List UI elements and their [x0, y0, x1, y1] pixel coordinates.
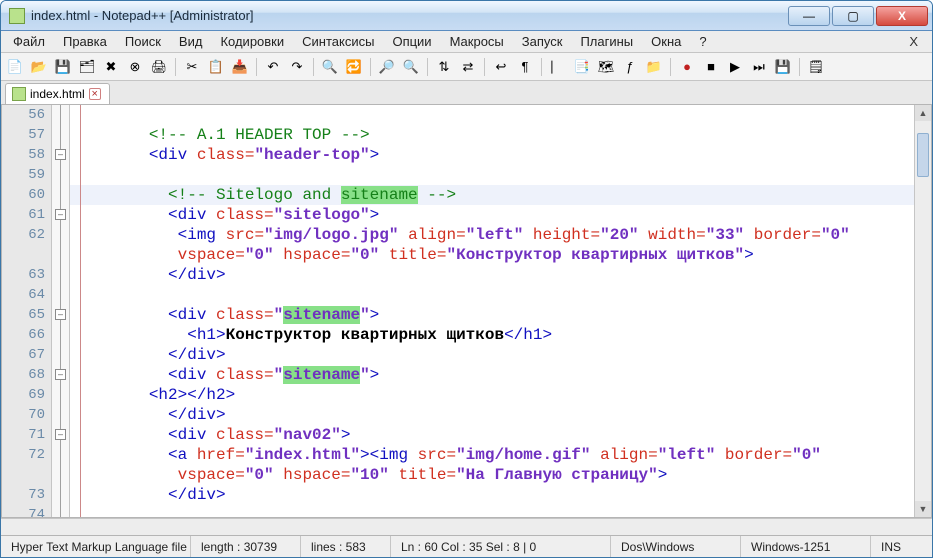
tab-index-html[interactable]: index.html ×	[5, 83, 110, 104]
scroll-thumb[interactable]	[917, 133, 929, 177]
status-lines: lines : 583	[301, 536, 391, 557]
print-icon[interactable]: 🖨	[149, 57, 169, 77]
menu-run[interactable]: Запуск	[514, 32, 571, 51]
extra-icon[interactable]: 🗒	[806, 57, 826, 77]
toolbar: 📄 📂 💾 🗂 ✖ ⊗ 🖨 ✂ 📋 📥 ↶ ↷ 🔍 🔁 🔎 🔍 ⇅ ⇄ ↩ ¶ …	[1, 53, 932, 81]
new-file-icon[interactable]: 📄	[5, 57, 25, 77]
close-button[interactable]: X	[876, 6, 928, 26]
fold-minus-icon[interactable]: –	[55, 309, 66, 320]
paste-icon[interactable]: 📥	[230, 57, 250, 77]
find-icon[interactable]: 🔍	[320, 57, 340, 77]
menubar: Файл Правка Поиск Вид Кодировки Синтакси…	[1, 31, 932, 53]
status-length: length : 30739	[191, 536, 301, 557]
menu-help[interactable]: ?	[691, 32, 714, 51]
cut-icon[interactable]: ✂	[182, 57, 202, 77]
fold-minus-icon[interactable]: –	[55, 429, 66, 440]
record-icon[interactable]: ●	[677, 57, 697, 77]
sync-h-icon[interactable]: ⇄	[458, 57, 478, 77]
maximize-button[interactable]: ▢	[832, 6, 874, 26]
close-all-icon[interactable]: ⊗	[125, 57, 145, 77]
line-number-gutter: 56 57 58 59 60 61 62 63 64 65 66 67 68 6…	[2, 105, 52, 517]
status-position: Ln : 60 Col : 35 Sel : 8 | 0	[391, 536, 611, 557]
file-icon	[12, 87, 26, 101]
play-icon[interactable]: ▶	[725, 57, 745, 77]
play-multi-icon[interactable]: ⏭	[749, 57, 769, 77]
status-encoding: Windows-1251	[741, 536, 871, 557]
menu-language[interactable]: Синтаксисы	[294, 32, 382, 51]
fold-column[interactable]: – – – – –	[52, 105, 70, 517]
copy-icon[interactable]: 📋	[206, 57, 226, 77]
tabbar: index.html ×	[1, 81, 932, 105]
func-list-icon[interactable]: ƒ	[620, 57, 640, 77]
tab-label: index.html	[30, 87, 85, 101]
menu-macro[interactable]: Макросы	[442, 32, 512, 51]
status-mode: INS	[871, 536, 932, 557]
menu-view[interactable]: Вид	[171, 32, 211, 51]
menu-file[interactable]: Файл	[5, 32, 53, 51]
window-title: index.html - Notepad++ [Administrator]	[31, 8, 788, 23]
zoom-out-icon[interactable]: 🔍	[401, 57, 421, 77]
doc-map-icon[interactable]: 🗺	[596, 57, 616, 77]
save-all-icon[interactable]: 🗂	[77, 57, 97, 77]
sync-v-icon[interactable]: ⇅	[434, 57, 454, 77]
editor: 56 57 58 59 60 61 62 63 64 65 66 67 68 6…	[1, 105, 932, 518]
statusbar: Hyper Text Markup Language file length :…	[1, 535, 932, 557]
window-buttons: — ▢ X	[788, 6, 928, 26]
menubar-close-x[interactable]: X	[899, 32, 928, 51]
scroll-down-icon: ▼	[915, 501, 931, 517]
app-window: index.html - Notepad++ [Administrator] —…	[0, 0, 933, 558]
fold-minus-icon[interactable]: –	[55, 369, 66, 380]
menu-plugins[interactable]: Плагины	[572, 32, 641, 51]
all-chars-icon[interactable]: ¶	[515, 57, 535, 77]
menu-window[interactable]: Окна	[643, 32, 689, 51]
wrap-icon[interactable]: ↩	[491, 57, 511, 77]
vertical-scrollbar[interactable]: ▲ ▼	[914, 105, 931, 517]
fold-minus-icon[interactable]: –	[55, 149, 66, 160]
close-file-icon[interactable]: ✖	[101, 57, 121, 77]
menu-search[interactable]: Поиск	[117, 32, 169, 51]
fold-minus-icon[interactable]: –	[55, 209, 66, 220]
horizontal-scrollbar[interactable]	[1, 518, 932, 535]
folder-icon[interactable]: 📁	[644, 57, 664, 77]
ud-lang-icon[interactable]: 📑	[572, 57, 592, 77]
undo-icon[interactable]: ↶	[263, 57, 283, 77]
status-language: Hyper Text Markup Language file	[1, 536, 191, 557]
zoom-in-icon[interactable]: 🔎	[377, 57, 397, 77]
redo-icon[interactable]: ↷	[287, 57, 307, 77]
save-icon[interactable]: 💾	[53, 57, 73, 77]
replace-icon[interactable]: 🔁	[344, 57, 364, 77]
open-file-icon[interactable]: 📂	[29, 57, 49, 77]
app-icon	[9, 8, 25, 24]
scroll-up-icon: ▲	[915, 105, 931, 121]
minimize-button[interactable]: —	[788, 6, 830, 26]
save-macro-icon[interactable]: 💾	[773, 57, 793, 77]
status-eol: Dos\Windows	[611, 536, 741, 557]
indent-guide-icon[interactable]: ⎸	[548, 57, 568, 77]
menu-encoding[interactable]: Кодировки	[212, 32, 292, 51]
menu-settings[interactable]: Опции	[384, 32, 439, 51]
code-area[interactable]: <!-- A.1 HEADER TOP --> <div class="head…	[70, 105, 914, 517]
titlebar[interactable]: index.html - Notepad++ [Administrator] —…	[1, 1, 932, 31]
menu-edit[interactable]: Правка	[55, 32, 115, 51]
tab-close-icon[interactable]: ×	[89, 88, 101, 100]
stop-icon[interactable]: ■	[701, 57, 721, 77]
